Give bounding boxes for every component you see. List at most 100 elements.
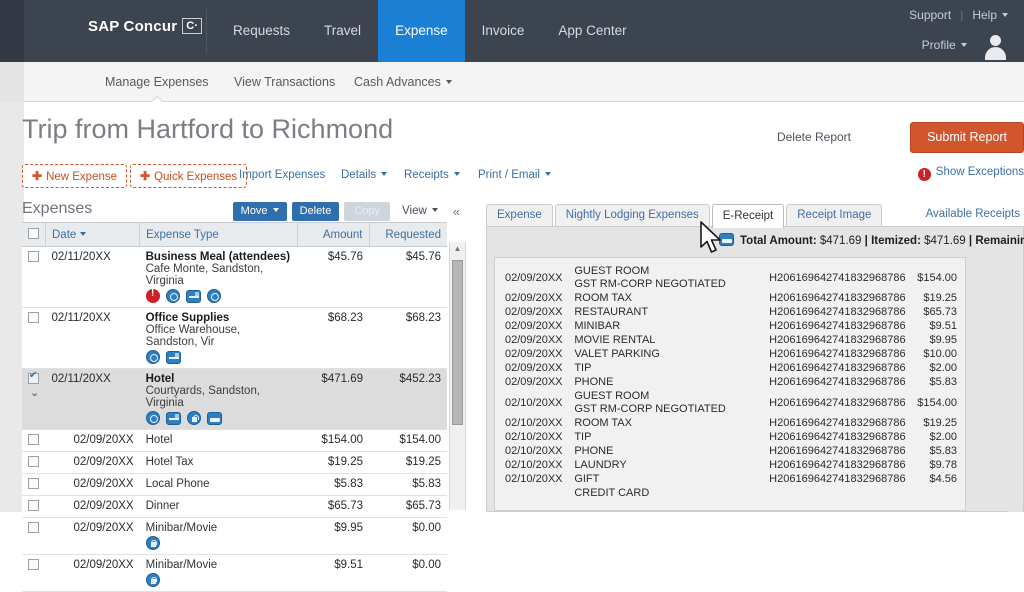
creditcard-icon[interactable] <box>165 411 181 425</box>
row-select-cell[interactable] <box>22 246 46 308</box>
receipt-line: 02/10/20XX LAUNDRY H20616964274183296878… <box>505 458 957 472</box>
chevron-down-icon[interactable] <box>453 172 460 176</box>
table-row[interactable]: 02/11/20XX Business Meal (attendees) Caf… <box>22 246 447 308</box>
chevron-down-icon[interactable] <box>272 208 279 212</box>
table-row[interactable]: 02/09/20XX Hotel Tax $19.25 $19.25 <box>22 451 447 474</box>
row-checkbox[interactable] <box>28 434 39 445</box>
expense-vendor: Cafe Monte, Sandston, Virginia <box>145 263 264 287</box>
row-checkbox[interactable] <box>28 312 39 323</box>
row-select-cell[interactable]: ⌄ <box>22 368 46 430</box>
row-checkbox[interactable] <box>28 522 39 533</box>
nav-item-travel[interactable]: Travel <box>307 0 378 62</box>
panel-scroll-gutter[interactable] <box>1008 228 1022 512</box>
column-header-date[interactable]: Date <box>45 222 141 247</box>
chevron-down-icon[interactable] <box>381 172 388 176</box>
support-link[interactable]: Support <box>909 8 951 22</box>
row-select-cell[interactable] <box>22 307 46 369</box>
grid-toolbar: Move Delete Copy View « <box>228 202 462 222</box>
row-checkbox[interactable] <box>28 559 39 570</box>
column-header-requested[interactable]: Requested <box>369 222 447 247</box>
tab-expense[interactable]: Expense <box>486 204 553 226</box>
table-row[interactable]: 02/09/20XX Minibar/Movie $9.51 $0.00 <box>22 554 447 592</box>
table-row[interactable]: 02/09/20XX Dinner $65.73 $65.73 <box>22 495 447 518</box>
row-select-cell[interactable] <box>22 554 46 592</box>
lodging-icon[interactable] <box>207 411 223 425</box>
row-checkbox[interactable] <box>28 478 39 489</box>
comment-icon[interactable] <box>165 289 180 303</box>
tab-receipt-image[interactable]: Receipt Image <box>786 204 883 226</box>
profile-link[interactable]: Profile <box>922 38 956 52</box>
primary-nav: Requests Travel Expense Invoice App Cent… <box>216 0 644 62</box>
table-row[interactable]: ⌄ 02/11/20XX Hotel Courtyards, Sandston,… <box>22 368 447 430</box>
column-header-amount[interactable]: Amount <box>297 222 370 247</box>
move-button[interactable]: Move <box>232 202 287 221</box>
row-select-cell[interactable] <box>22 473 46 496</box>
subnav-item-view-transactions[interactable]: View Transactions <box>234 62 335 102</box>
chevron-down-icon[interactable] <box>445 80 452 84</box>
exception-icon[interactable] <box>145 288 160 303</box>
nav-item-invoice[interactable]: Invoice <box>465 0 542 62</box>
show-exceptions-button[interactable]: ! Show Exceptions <box>917 166 1024 181</box>
select-all-header[interactable] <box>22 222 46 247</box>
receipt-line-date: 02/09/20XX <box>505 306 563 318</box>
creditcard-icon[interactable] <box>186 289 202 303</box>
collapse-panel-button[interactable]: « <box>451 202 462 221</box>
receipts-menu-button[interactable]: Receipts <box>404 164 460 188</box>
chevron-down-icon[interactable] <box>1002 13 1008 17</box>
row-requested: $154.00 <box>369 429 447 452</box>
avatar[interactable] <box>982 33 1008 60</box>
row-select-cell[interactable] <box>22 517 46 555</box>
personal-icon[interactable] <box>145 573 160 587</box>
print-email-menu-button[interactable]: Print / Email <box>478 164 551 188</box>
chevron-down-icon[interactable] <box>431 208 438 212</box>
quick-expenses-button[interactable]: ✚ Quick Expenses <box>130 164 248 188</box>
help-link[interactable]: Help <box>972 8 997 22</box>
expand-row-icon[interactable]: ⌄ <box>28 387 39 399</box>
sap-concur-logo[interactable]: SAP Concur C· <box>88 18 203 35</box>
personal-icon[interactable] <box>145 536 160 550</box>
creditcard-icon[interactable] <box>165 350 181 364</box>
receipt-line-date: 02/10/20XX <box>505 445 563 457</box>
chevron-down-icon[interactable] <box>960 43 967 47</box>
subnav-item-cash-advances[interactable]: Cash Advances <box>354 62 452 102</box>
view-menu-button[interactable]: View <box>400 202 440 220</box>
table-row[interactable]: 02/09/20XX Minibar/Movie $9.95 $0.00 <box>22 517 447 555</box>
receipt-line: 02/09/20XX ROOM TAX H2061696427418329687… <box>505 291 957 305</box>
delete-report-button[interactable]: Delete Report <box>777 130 851 144</box>
attendees-icon[interactable] <box>207 289 222 303</box>
details-menu-button[interactable]: Details <box>341 164 388 188</box>
receipt-line-date: 02/09/20XX <box>505 320 563 332</box>
nav-item-requests[interactable]: Requests <box>216 0 307 62</box>
available-receipts-link[interactable]: Available Receipts <box>926 208 1020 220</box>
nav-item-expense[interactable]: Expense <box>378 0 465 62</box>
row-checkbox[interactable] <box>28 456 39 467</box>
sort-descending-icon[interactable] <box>80 231 87 236</box>
delete-button[interactable]: Delete <box>291 202 340 221</box>
comment-icon[interactable] <box>145 411 160 425</box>
row-select-cell[interactable] <box>22 451 46 474</box>
nav-item-app-center[interactable]: App Center <box>541 0 643 62</box>
grid-scrollbar[interactable]: ▲ <box>449 242 466 510</box>
table-row[interactable]: 02/09/20XX Hotel $154.00 $154.00 <box>22 429 447 452</box>
submit-report-button[interactable]: Submit Report <box>910 122 1024 153</box>
table-row[interactable]: 02/09/20XX Local Phone $5.83 $5.83 <box>22 473 447 496</box>
row-select-cell[interactable] <box>22 495 46 518</box>
scrollbar-thumb[interactable] <box>452 260 463 425</box>
import-expenses-button[interactable]: Import Expenses <box>239 164 325 188</box>
comment-icon[interactable] <box>145 350 160 364</box>
chevron-down-icon[interactable] <box>545 172 551 176</box>
table-row[interactable]: 02/11/20XX Office Supplies Office Wareho… <box>22 307 447 369</box>
tab-nightly-lodging-expenses[interactable]: Nightly Lodging Expenses <box>554 204 710 226</box>
tab-e-receipt[interactable]: E-Receipt <box>711 204 785 228</box>
row-checkbox[interactable] <box>28 500 39 511</box>
select-all-checkbox[interactable] <box>28 228 39 239</box>
total-amount-label: Total Amount: <box>740 235 817 247</box>
row-select-cell[interactable] <box>22 429 46 452</box>
row-checkbox[interactable] <box>28 251 39 262</box>
new-expense-button[interactable]: ✚ New Expense <box>22 164 128 188</box>
column-header-expense-type[interactable]: Expense Type <box>139 222 298 247</box>
row-checkbox[interactable] <box>28 370 39 384</box>
move-label: Move <box>240 205 268 217</box>
scroll-up-icon[interactable]: ▲ <box>450 242 465 256</box>
itemized-icon[interactable] <box>187 411 202 425</box>
